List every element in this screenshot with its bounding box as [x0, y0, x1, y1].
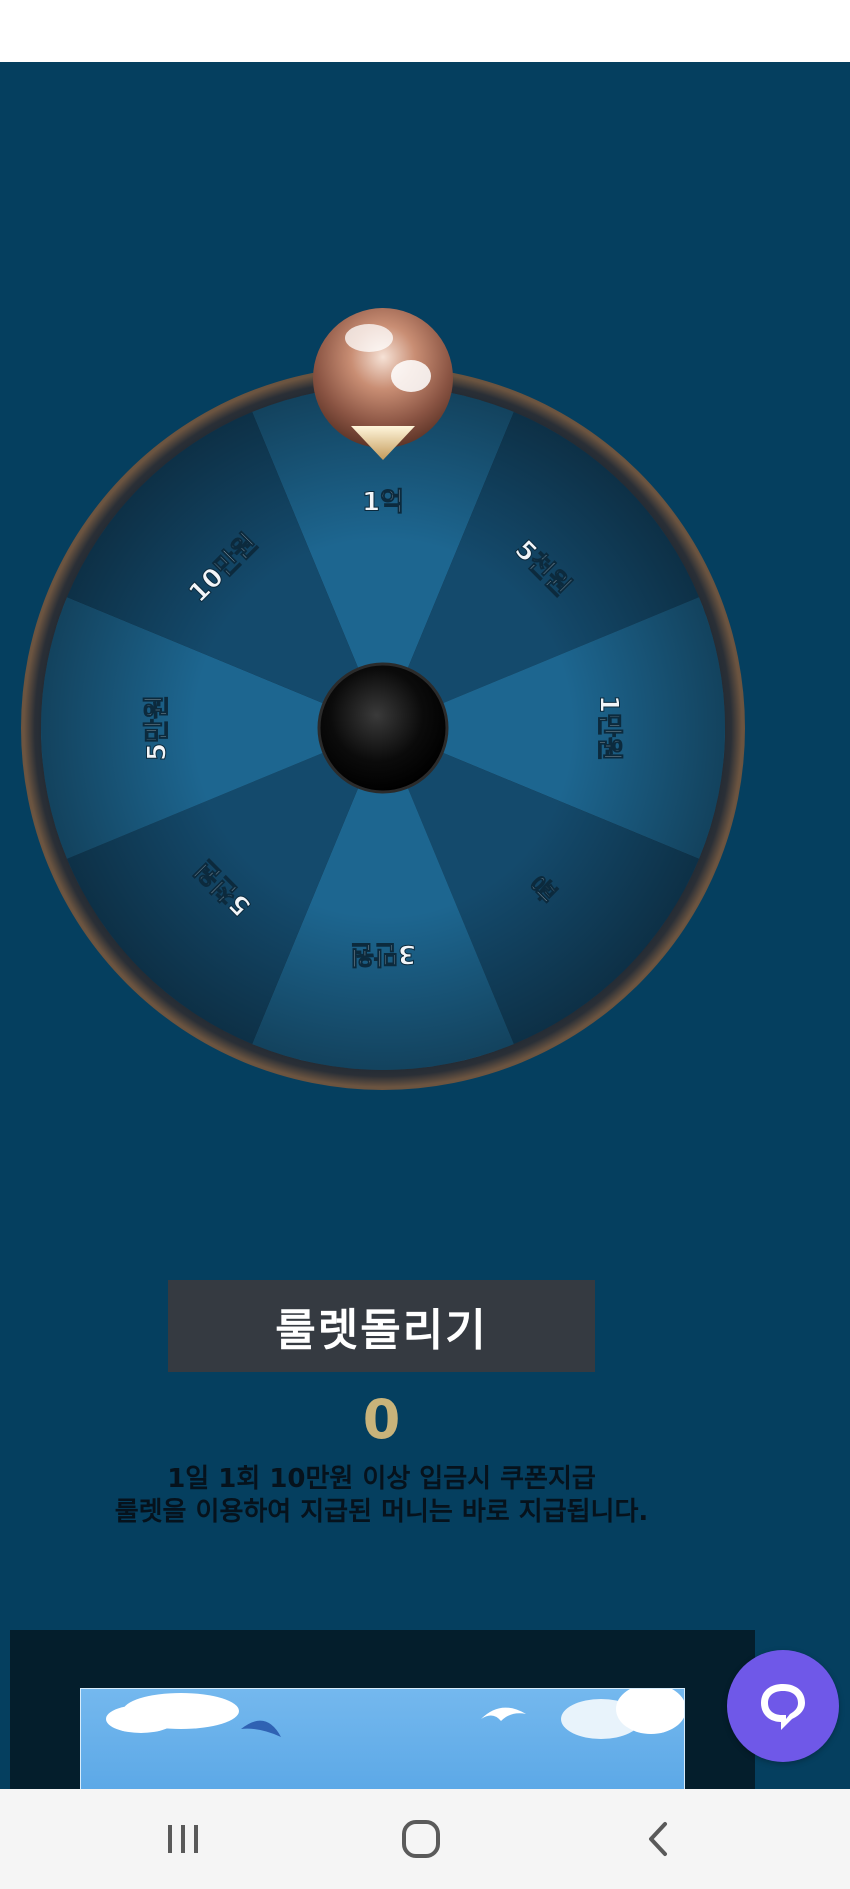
bottom-panel	[10, 1630, 755, 1789]
wheel-segment-label: 3만원	[350, 939, 416, 969]
notice-line-1: 1일 1회 10만원 이상 입금시 쿠폰지급	[167, 1464, 596, 1494]
home-button[interactable]	[361, 1789, 481, 1889]
roulette-wheel-graphic: 1억5천원1만원꽝3만원5천원5만원10만원	[21, 308, 745, 1090]
event-notice: 1일 1회 10만원 이상 입금시 쿠폰지급 룰렛을 이용하여 지급된 머니는 …	[0, 1463, 763, 1529]
wheel-segment-label: 1억	[362, 488, 404, 518]
roulette-wheel[interactable]: 1억 5천원 1만원 꽝 3만원 5천원 5만원 10만원	[18, 303, 748, 1093]
banner-image[interactable]	[80, 1688, 685, 1789]
banner-sky-graphic	[106, 1689, 684, 1739]
home-icon	[402, 1820, 440, 1858]
chat-bubble-icon	[761, 1684, 805, 1730]
wheel-segment-label: 5만원	[143, 695, 173, 761]
recent-apps-icon	[168, 1825, 198, 1853]
wheel-center-hub	[317, 662, 449, 794]
live-chat-button[interactable]	[727, 1650, 839, 1762]
wheel-segment-label: 1만원	[594, 695, 624, 761]
recent-apps-button[interactable]	[123, 1789, 243, 1889]
back-button[interactable]	[599, 1789, 719, 1889]
result-counter: 0	[362, 1388, 401, 1451]
spin-roulette-button[interactable]: 룰렛돌리기	[168, 1280, 595, 1372]
top-status-bar	[0, 0, 850, 62]
system-navigation-bar	[0, 1789, 850, 1889]
back-icon	[649, 1822, 667, 1856]
notice-line-2: 룰렛을 이용하여 지급된 머니는 바로 지급됩니다.	[114, 1497, 649, 1527]
